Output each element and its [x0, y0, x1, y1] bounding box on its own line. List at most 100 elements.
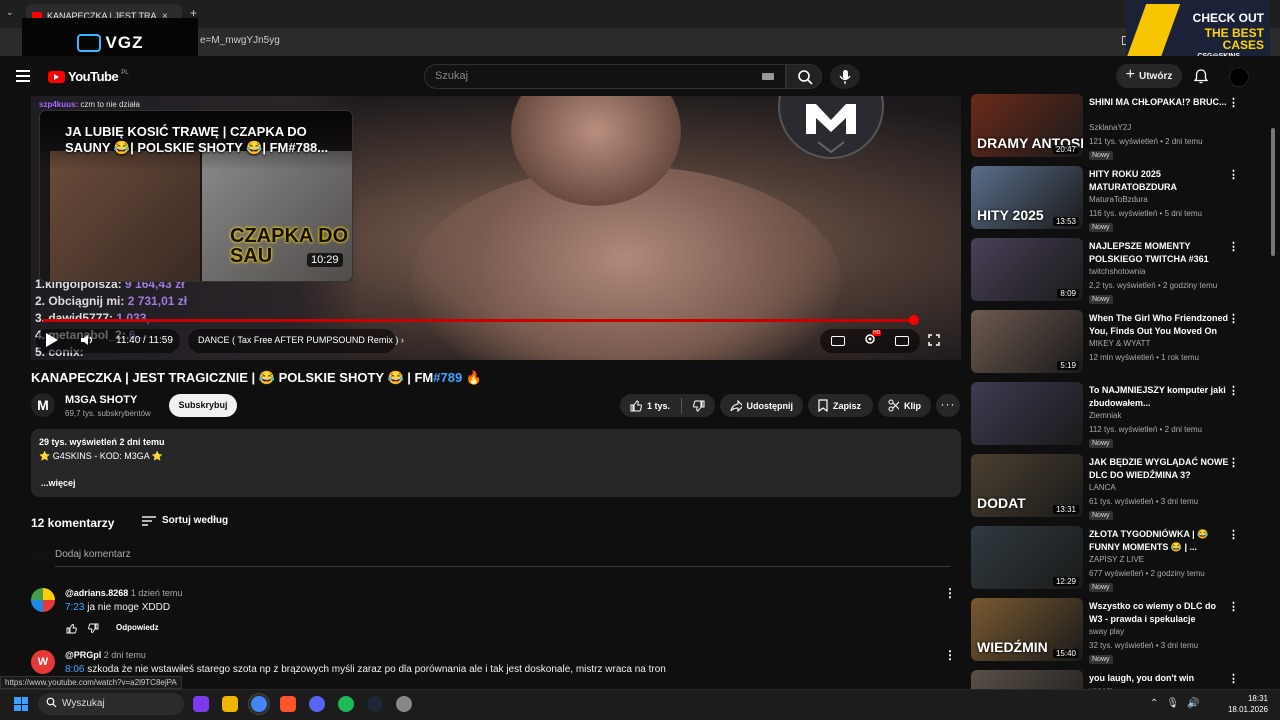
youtube-logo[interactable]: YouTube PL [48, 69, 129, 84]
comment-menu-icon[interactable]: ⋮ [944, 586, 956, 600]
scrubber-handle[interactable] [909, 315, 919, 325]
channel-avatar[interactable]: M [31, 393, 55, 417]
volume-icon[interactable] [80, 334, 96, 349]
account-avatar[interactable] [1229, 67, 1249, 87]
create-button[interactable]: + Utwórz [1116, 64, 1182, 88]
comment-count: 12 komentarzy [31, 516, 115, 530]
comment-avatar[interactable]: W [31, 650, 55, 674]
thumbs-down-icon[interactable] [693, 400, 705, 412]
recommendation-item[interactable]: 8:09 NAJLEPSZE MOMENTY POLSKIEGO TWITCHA … [971, 238, 1251, 304]
more-actions-button[interactable]: ··· [936, 394, 960, 417]
search-input[interactable]: Szukaj [424, 64, 786, 89]
recommendation-title[interactable]: To NAJMNIEJSZY komputer jaki zbudowałem.… [1089, 384, 1229, 410]
recommendation-channel[interactable]: MIKEY & WYATT [1089, 339, 1150, 348]
brave-app-icon[interactable] [280, 696, 296, 712]
recommendation-title[interactable]: When The Girl Who Friendzoned You, Finds… [1089, 312, 1229, 338]
recommendation-item[interactable]: WIEDŹMIN 15:40 Wszystko co wiemy o DLC do … [971, 598, 1251, 664]
windows-start-icon[interactable] [14, 697, 28, 711]
keyboard-icon[interactable] [762, 73, 774, 80]
subscribe-button[interactable]: Subskrybuj [169, 394, 237, 417]
discord-app-icon[interactable] [309, 696, 325, 712]
progress-bar[interactable] [43, 319, 914, 322]
recommendation-channel[interactable]: ZAPISY Z LIVE [1089, 555, 1144, 564]
recommendation-item[interactable]: 5:19 When The Girl Who Friendzoned You, F… [971, 310, 1251, 374]
recommendation-thumbnail[interactable] [971, 382, 1083, 445]
recommendation-title[interactable]: HITY ROKU 2025 MATURATOBZDURA [1089, 168, 1229, 194]
recommendation-menu-icon[interactable]: ⋮ [1228, 672, 1239, 685]
recommendation-item[interactable]: HITY 2025 13:53 HITY ROKU 2025 MATURATOBZD… [971, 166, 1251, 232]
timestamp-link[interactable]: 7:23 [65, 602, 84, 613]
taskbar-search-input[interactable]: Wyszukaj [38, 693, 184, 715]
chapter-button[interactable]: DANCE ( Tax Free AFTER PUMPSOUND Remix )… [188, 329, 404, 353]
share-button[interactable]: Udostępnij [720, 394, 803, 417]
system-tray-icons[interactable]: ⌃🎙🔊 [1150, 698, 1208, 709]
description-box[interactable] [31, 429, 961, 497]
clip-button[interactable]: Klip [878, 394, 931, 417]
recommendation-channel[interactable]: LANCA [1089, 483, 1116, 492]
recommendation-title[interactable]: JAK BĘDZIE WYGLĄDAĆ NOWE DLC DO WIEDŹMIN… [1089, 456, 1229, 482]
subtitles-icon[interactable] [831, 336, 845, 346]
comment-author[interactable]: @adrians.8268 1 dzień temu [65, 588, 182, 598]
channel-name[interactable]: M3GA SHOTY [65, 394, 137, 406]
chrome-app-icon[interactable] [251, 696, 267, 712]
recommendation-item[interactable]: To NAJMNIEJSZY komputer jaki zbudowałem.… [971, 382, 1251, 448]
recommendation-channel[interactable]: twitchshotownia [1089, 267, 1145, 276]
taskbar-clock[interactable]: 18:31 18.01.2026 [1226, 693, 1268, 715]
recommendation-channel[interactable]: MaturaToBzdura [1089, 195, 1148, 204]
csgo-skins-ad[interactable]: CHECK OUT THE BEST CASES CSG◎SKINS [1126, 0, 1270, 64]
comment-avatar[interactable] [31, 588, 55, 612]
recommendation-title[interactable]: you laugh, you don't win [1089, 672, 1229, 685]
thumbs-up-icon[interactable] [630, 399, 642, 412]
recommendation-menu-icon[interactable]: ⋮ [1228, 240, 1239, 253]
recommendation-menu-icon[interactable]: ⋮ [1228, 384, 1239, 397]
voice-search-button[interactable] [830, 64, 860, 89]
file-explorer-app-icon[interactable] [222, 696, 238, 712]
comment-like-icon[interactable] [66, 623, 77, 637]
notifications-bell-icon[interactable] [1192, 67, 1210, 85]
comment-author[interactable]: @PRGpl 2 dni temu [65, 650, 146, 660]
tab-search-chevron-icon[interactable]: ⌄ [6, 7, 14, 18]
recommendation-duration: 13:31 [1052, 505, 1079, 514]
recommendation-menu-icon[interactable]: ⋮ [1228, 528, 1239, 541]
recommendation-menu-icon[interactable]: ⋮ [1228, 312, 1239, 325]
spotify-app-icon[interactable] [338, 696, 354, 712]
fullscreen-icon[interactable] [928, 334, 940, 349]
reply-button[interactable]: Odpowiedz [116, 623, 159, 632]
new-badge: Nowy [1089, 223, 1113, 232]
recommendation-item[interactable]: DODAT 13:31 JAK BĘDZIE WYGLĄDAĆ NOWE DLC D… [971, 454, 1251, 520]
steam-app-icon[interactable] [367, 696, 383, 712]
comment-menu-icon[interactable]: ⋮ [944, 648, 956, 662]
miniplayer-icon[interactable] [895, 336, 909, 346]
show-more-link[interactable]: ...więcej [41, 478, 76, 488]
recommendation-title[interactable]: SHINI MA CHŁOPAKA!? BRUC... [1089, 96, 1229, 109]
scrollbar-thumb[interactable] [1271, 128, 1275, 256]
recommendation-title[interactable]: NAJLEPSZE MOMENTY POLSKIEGO TWITCHA #361 [1089, 240, 1229, 266]
recommendation-channel[interactable]: sway play [1089, 627, 1124, 636]
comment-dislike-icon[interactable] [88, 623, 99, 637]
add-comment-input[interactable]: Dodaj komentarz [55, 549, 131, 560]
sort-icon[interactable] [142, 515, 156, 529]
clip-label: Klip [904, 400, 921, 411]
obs-app-icon[interactable] [396, 696, 412, 712]
recommendation-item[interactable]: DRAMY ANTOSKA20:47SHINI MA CHŁOPAKA!? BR… [971, 94, 1251, 160]
recommendation-menu-icon[interactable]: ⋮ [1228, 600, 1239, 613]
recommendation-channel[interactable]: Ziemniak [1089, 411, 1121, 420]
recommendation-menu-icon[interactable]: ⋮ [1228, 168, 1239, 181]
recommendation-title[interactable]: Wszystko co wiemy o DLC do W3 - prawda i… [1089, 600, 1229, 626]
sort-button[interactable]: Sortuj według [162, 515, 228, 526]
like-dislike-group[interactable]: 1 tys. [620, 394, 715, 417]
recommendation-menu-icon[interactable]: ⋮ [1228, 96, 1239, 109]
search-button[interactable] [786, 64, 822, 89]
save-button[interactable]: Zapisz [808, 394, 873, 417]
hashtag-link[interactable]: #789 [433, 370, 462, 385]
copilot-app-icon[interactable] [193, 696, 209, 712]
timestamp-link[interactable]: 8:06 [65, 664, 84, 675]
play-icon[interactable] [46, 333, 58, 347]
recommendation-item[interactable]: 12:29 ZŁOTA TYGODNIÓWKA | 😂 FUNNY MOMENTS… [971, 526, 1251, 592]
recommendation-title[interactable]: ZŁOTA TYGODNIÓWKA | 😂 FUNNY MOMENTS 😂 | … [1089, 528, 1229, 554]
hamburger-menu-icon[interactable] [16, 70, 30, 85]
recommendation-channel[interactable]: SzklanaY2J [1089, 123, 1131, 132]
link-status-url: https://www.youtube.com/watch?v=a2l9TC8e… [0, 676, 182, 689]
recommendation-menu-icon[interactable]: ⋮ [1228, 456, 1239, 469]
address-url[interactable]: e=M_mwgYJn5yg [200, 35, 280, 46]
